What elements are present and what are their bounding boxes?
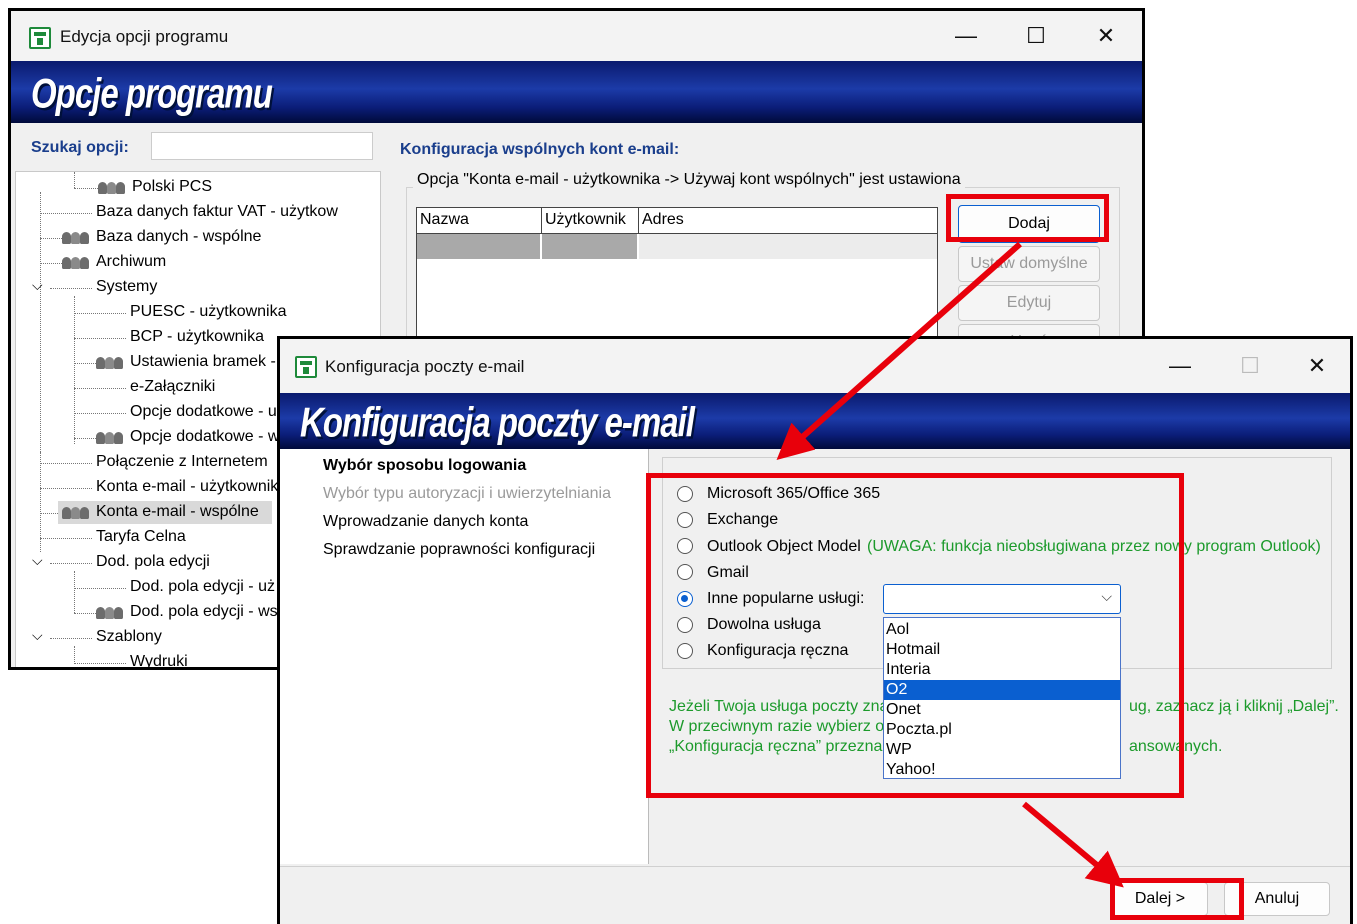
- annotation-arrows: [776, 241, 1124, 888]
- arrow-to-options: [776, 241, 1022, 460]
- arrow-to-next: [1022, 801, 1124, 888]
